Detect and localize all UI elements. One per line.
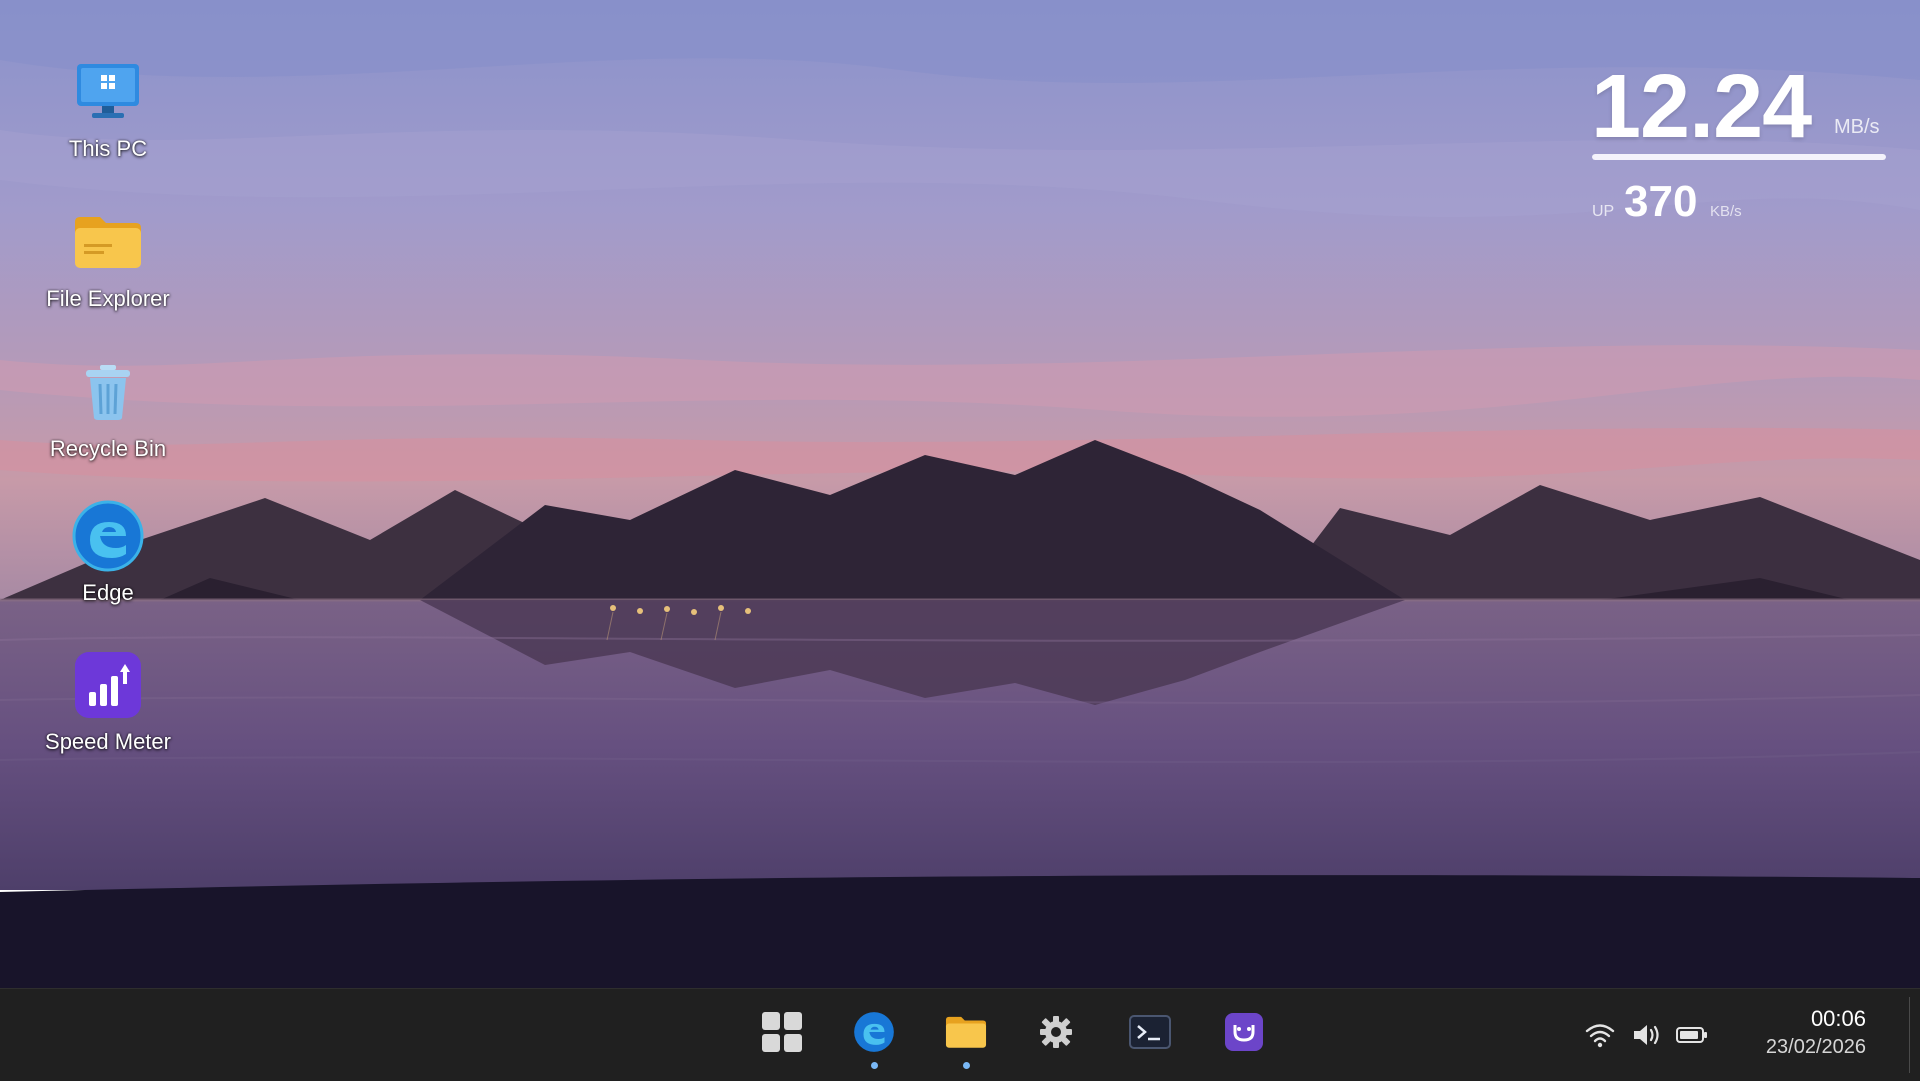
clock-date: 23/02/2026 (1765, 1036, 1866, 1058)
desktop-icon-label: This PC (68, 136, 148, 161)
taskbar-app-settings[interactable] (1020, 999, 1092, 1069)
taskbar-app-terminal[interactable] (1114, 999, 1186, 1069)
recycle-bin-icon (70, 354, 146, 430)
taskbar-app-edge[interactable] (838, 999, 910, 1069)
wifi-icon[interactable] (1580, 1015, 1620, 1055)
running-indicator (963, 1062, 970, 1069)
speed-meter-icon (1224, 1012, 1264, 1057)
clock[interactable]: 00:06 23/02/2026 (1766, 1005, 1866, 1061)
speed-meter-icon (70, 647, 146, 723)
taskbar-start-button[interactable] (746, 999, 818, 1069)
edge-icon (70, 498, 146, 574)
desktop-icon-label: Edge (82, 580, 134, 605)
desktop-icon-label: Recycle Bin (49, 436, 167, 461)
terminal-icon (1129, 1014, 1171, 1054)
gear-icon (1038, 1014, 1074, 1055)
taskbar: 00:06 23/02/2026 (0, 988, 1920, 1081)
download-speed-value: 12.24 (1591, 57, 1812, 157)
windows-start-icon (761, 1011, 803, 1058)
desktop-icon-label: File Explorer (46, 286, 170, 311)
clock-time: 00:06 (1810, 1006, 1866, 1031)
taskbar-app-speed-meter[interactable] (1208, 999, 1280, 1069)
download-speed-unit: MB/s (1834, 116, 1880, 138)
running-indicator (871, 1062, 878, 1069)
download-speed-bar (1592, 154, 1886, 160)
taskbar-app-file-explorer[interactable] (930, 999, 1002, 1069)
volume-icon[interactable] (1626, 1015, 1666, 1055)
desktop-icon-edge[interactable]: Edge (22, 492, 194, 632)
battery-icon[interactable] (1672, 1015, 1712, 1055)
upload-speed-value: 370 (1624, 177, 1698, 226)
system-tray (1580, 1011, 1718, 1059)
network-speed-widget[interactable]: 12.24 MB/s UP 370 KB/s (1588, 56, 1888, 236)
desktop-icon-this-pc[interactable]: This PC (22, 48, 194, 188)
download-speed-bar-fill (1592, 154, 1886, 160)
desktop-icon-file-explorer[interactable]: File Explorer (22, 198, 194, 338)
folder-icon (70, 204, 146, 280)
edge-icon (853, 1011, 895, 1058)
show-desktop-button[interactable] (1909, 997, 1920, 1073)
folder-icon (944, 1015, 988, 1054)
desktop: This PC File Explorer Recycle Bin Edge S… (0, 0, 1920, 988)
monitor-icon (70, 54, 146, 130)
upload-speed-unit: KB/s (1710, 203, 1742, 220)
desktop-icon-label: Speed Meter (45, 729, 171, 754)
desktop-icon-speed-meter[interactable]: Speed Meter (22, 641, 194, 781)
upload-label: UP (1592, 203, 1615, 220)
desktop-icon-recycle-bin[interactable]: Recycle Bin (22, 348, 194, 488)
